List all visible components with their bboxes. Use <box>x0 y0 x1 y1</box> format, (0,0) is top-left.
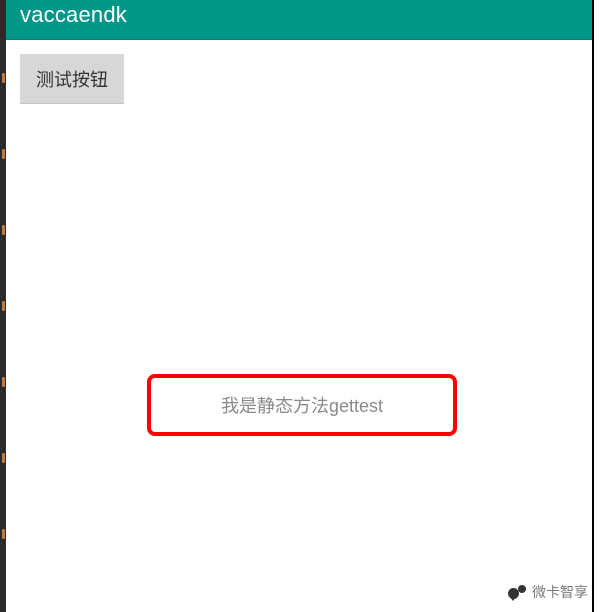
gutter-tick <box>2 377 5 387</box>
gutter-tick <box>2 149 5 159</box>
gutter-tick <box>2 301 5 311</box>
annotation-highlight-box: 我是静态方法gettest <box>147 374 457 436</box>
watermark-text: 微卡智享 <box>532 582 588 602</box>
app-title: vaccaendk <box>20 2 127 28</box>
app-titlebar: vaccaendk <box>6 0 592 40</box>
app-window: vaccaendk 测试按钮 我是静态方法gettest <box>6 0 594 612</box>
gutter-tick <box>2 73 5 83</box>
app-content: 测试按钮 我是静态方法gettest <box>6 40 592 612</box>
wechat-icon <box>508 583 526 601</box>
gutter-tick <box>2 225 5 235</box>
gutter-tick <box>2 529 5 539</box>
static-method-output-text: 我是静态方法gettest <box>221 392 383 418</box>
watermark: 微卡智享 <box>508 582 588 602</box>
test-button[interactable]: 测试按钮 <box>20 54 124 104</box>
gutter-tick <box>2 453 5 463</box>
